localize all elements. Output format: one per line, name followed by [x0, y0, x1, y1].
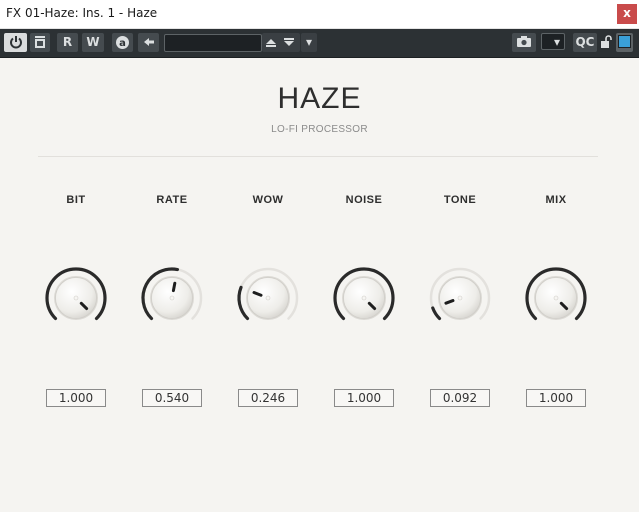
knob-value-arc: [431, 306, 442, 321]
knob-column-tone: TONE 0.092: [412, 0, 508, 512]
rate-knob[interactable]: [140, 266, 204, 330]
knob-label-tone: TONE: [443, 194, 477, 206]
knob-pointer: [171, 281, 177, 293]
knob-label-rate: RATE: [156, 194, 188, 206]
knob-label-noise: NOISE: [345, 194, 383, 206]
knob-value-tone[interactable]: 0.092: [430, 389, 490, 407]
knob-label-bit: BIT: [66, 194, 86, 206]
bit-knob[interactable]: [44, 266, 108, 330]
knob-value-rate[interactable]: 0.540: [142, 389, 202, 407]
noise-knob[interactable]: [332, 266, 396, 330]
knob-column-bit: BIT 1.000: [28, 0, 124, 512]
knob-center-dot: [457, 295, 463, 301]
focus-square-icon: [618, 35, 631, 48]
mix-knob[interactable]: [524, 266, 588, 330]
knob-center-dot: [73, 295, 79, 301]
knob-value-wow[interactable]: 0.246: [238, 389, 298, 407]
knob-value-arc: [237, 285, 250, 321]
knob-center-dot: [553, 295, 559, 301]
bypass-button[interactable]: [4, 33, 27, 52]
focus-button[interactable]: [616, 33, 633, 52]
knob-center-dot: [361, 295, 367, 301]
knob-column-mix: MIX 1.000: [508, 0, 604, 512]
knob-column-wow: WOW 0.246: [220, 0, 316, 512]
tone-knob[interactable]: [428, 266, 492, 330]
knob-value-mix[interactable]: 1.000: [526, 389, 586, 407]
close-button[interactable]: x: [617, 4, 637, 24]
knob-value-bit[interactable]: 1.000: [46, 389, 106, 407]
knob-label-wow: WOW: [252, 194, 284, 206]
knob-value-noise[interactable]: 1.000: [334, 389, 394, 407]
knob-center-dot: [169, 295, 175, 301]
knob-label-mix: MIX: [545, 194, 567, 206]
power-icon: [9, 36, 22, 49]
knob-column-noise: NOISE 1.000: [316, 0, 412, 512]
wow-knob[interactable]: [236, 266, 300, 330]
knob-column-rate: RATE 0.540: [124, 0, 220, 512]
knob-center-dot: [265, 295, 271, 301]
